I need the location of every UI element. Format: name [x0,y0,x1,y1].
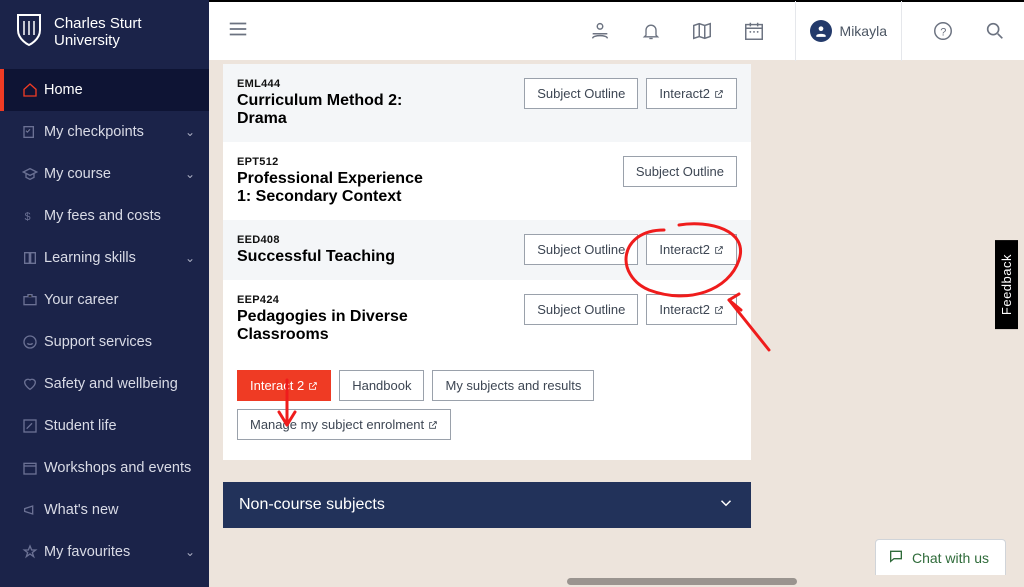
chevron-down-icon [717,494,735,517]
course-card-eml444: EML444 Curriculum Method 2: Drama Subjec… [223,64,751,142]
sidebar-item-label: My checkpoints [44,124,185,140]
sidebar-item-label: Home [44,82,195,98]
course-code: EML444 [237,78,514,90]
course-title: Curriculum Method 2: Drama [237,92,427,128]
sidebar-item-label: Support services [44,334,195,350]
course-title: Successful Teaching [237,248,427,266]
subject-outline-button[interactable]: Subject Outline [623,156,737,187]
chevron-down-icon: ⌄ [185,125,195,139]
sidebar-item-your-career[interactable]: Your career [0,279,209,321]
brand-line-1: Charles Sturt [54,16,142,33]
edit-icon [22,418,44,434]
bell-icon[interactable] [641,20,661,42]
user-name: Mikayla [840,23,887,39]
subjects-panel: EML444 Curriculum Method 2: Drama Subjec… [223,64,751,460]
calendar-icon [22,460,44,476]
checklist-icon [22,124,44,140]
external-link-icon [714,89,724,99]
interact2-button[interactable]: Interact2 [646,234,737,265]
sidebar-item-label: Safety and wellbeing [44,376,195,392]
graduation-cap-icon [22,166,44,182]
search-icon[interactable] [984,20,1006,42]
subject-outline-button[interactable]: Subject Outline [524,294,638,325]
sidebar-item-support-services[interactable]: Support services [0,321,209,363]
content-area: EML444 Curriculum Method 2: Drama Subjec… [209,60,1024,587]
sidebar-nav: Home My checkpoints ⌄ My course ⌄ $ My f… [0,69,209,573]
handbook-button[interactable]: Handbook [339,370,424,401]
course-card-ept512: EPT512 Professional Experience 1: Second… [223,142,751,220]
interact2-main-button[interactable]: Interact 2 [237,370,331,401]
book-icon [22,250,44,266]
feedback-tab[interactable]: Feedback [995,240,1018,329]
sidebar-item-label: Learning skills [44,250,185,266]
subject-outline-button[interactable]: Subject Outline [524,78,638,109]
sidebar-item-my-checkpoints[interactable]: My checkpoints ⌄ [0,111,209,153]
course-title: Pedagogies in Diverse Classrooms [237,308,427,344]
topbar: Mikayla ? [209,0,1024,60]
sidebar-item-label: Your career [44,292,195,308]
sidebar-item-label: My favourites [44,544,185,560]
map-icon[interactable] [691,20,713,42]
sidebar-item-learning-skills[interactable]: Learning skills ⌄ [0,237,209,279]
chat-icon [888,548,904,567]
menu-toggle-icon[interactable] [227,18,249,45]
manage-enrolment-button[interactable]: Manage my subject enrolment [237,409,451,440]
sidebar-item-student-life[interactable]: Student life [0,405,209,447]
sidebar-item-my-fees[interactable]: $ My fees and costs [0,195,209,237]
sidebar: Charles Sturt University Home My checkpo… [0,0,209,587]
smile-icon [22,334,44,350]
home-icon [22,82,44,98]
external-link-icon [714,305,724,315]
chat-label: Chat with us [912,550,989,566]
brand-line-2: University [54,33,142,50]
brand-crest-icon [14,12,44,53]
sidebar-item-label: What's new [44,502,195,518]
interact2-button[interactable]: Interact2 [646,78,737,109]
user-menu[interactable]: Mikayla [795,1,902,61]
sidebar-item-label: Student life [44,418,195,434]
horizontal-scrollbar-thumb[interactable] [567,578,797,585]
interact2-button[interactable]: Interact2 [646,294,737,325]
help-icon[interactable]: ? [932,20,954,42]
course-card-eed408: EED408 Successful Teaching Subject Outli… [223,220,751,280]
subject-outline-button[interactable]: Subject Outline [524,234,638,265]
course-code: EEP424 [237,294,514,306]
svg-text:$: $ [25,211,31,223]
course-card-eep424: EEP424 Pedagogies in Diverse Classrooms … [223,280,751,358]
chevron-down-icon: ⌄ [185,167,195,181]
dollar-icon: $ [22,208,44,224]
brand-block: Charles Sturt University [0,0,209,69]
noncourse-accordion[interactable]: Non-course subjects [223,482,751,528]
sidebar-item-label: My fees and costs [44,208,195,224]
svg-text:?: ? [940,27,946,39]
chat-widget[interactable]: Chat with us [875,539,1006,575]
sidebar-item-workshops[interactable]: Workshops and events [0,447,209,489]
sidebar-item-label: My course [44,166,185,182]
sidebar-item-my-course[interactable]: My course ⌄ [0,153,209,195]
sidebar-item-home[interactable]: Home [0,69,209,111]
course-title: Professional Experience 1: Secondary Con… [237,170,427,206]
calendar-icon[interactable] [743,20,765,42]
sidebar-item-whats-new[interactable]: What's new [0,489,209,531]
briefcase-icon [22,292,44,308]
star-icon [22,544,44,560]
course-code: EPT512 [237,156,613,168]
sidebar-item-safety-wellbeing[interactable]: Safety and wellbeing [0,363,209,405]
sidebar-item-label: Workshops and events [44,460,195,476]
chevron-down-icon: ⌄ [185,251,195,265]
heart-icon [22,376,44,392]
sidebar-item-my-favourites[interactable]: My favourites ⌄ [0,531,209,573]
chevron-down-icon: ⌄ [185,545,195,559]
panel-footer-buttons: Interact 2 Handbook My subjects and resu… [223,370,751,440]
megaphone-icon [22,502,44,518]
external-link-icon [308,381,318,391]
course-code: EED408 [237,234,514,246]
student-icon[interactable] [589,20,611,42]
accordion-title: Non-course subjects [239,496,385,514]
external-link-icon [714,245,724,255]
topbar-actions: Mikayla ? [589,1,1006,61]
avatar-icon [810,20,832,42]
my-subjects-results-button[interactable]: My subjects and results [432,370,594,401]
external-link-icon [428,420,438,430]
